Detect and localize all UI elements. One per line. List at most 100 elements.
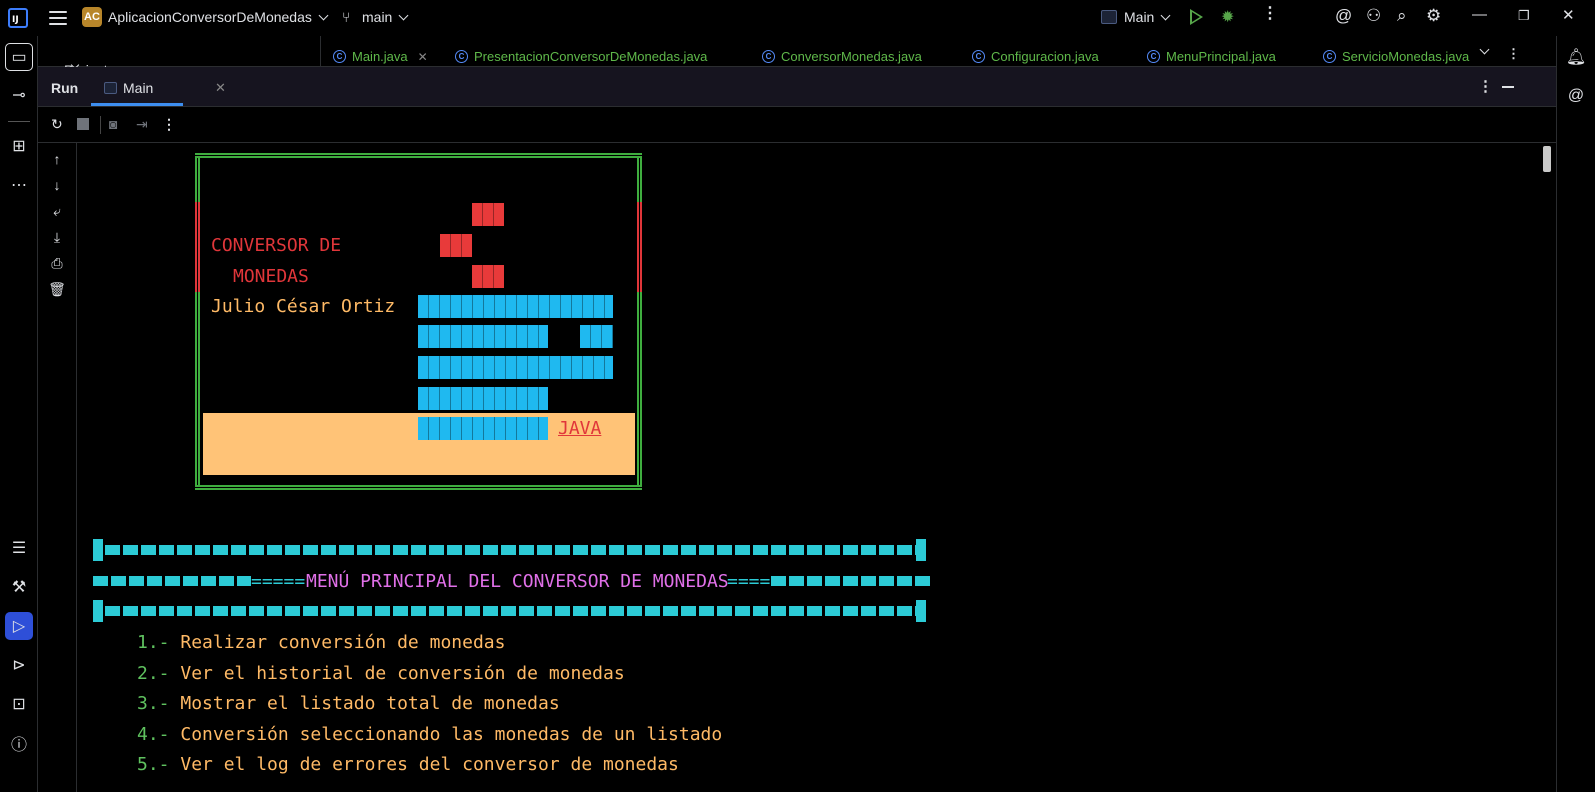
logo-cup-block	[418, 417, 548, 440]
todo-list-icon[interactable]: ☰	[5, 534, 33, 562]
intellij-logo-icon[interactable]: IJ	[8, 8, 28, 28]
soft-wrap-icon[interactable]: ⤶	[48, 203, 66, 220]
logo-frame-right-lower	[637, 292, 642, 486]
logo-steam-block	[472, 203, 504, 226]
search-icon[interactable]: ⌕	[1397, 6, 1407, 26]
project-tool-folder-icon[interactable]: ▭	[5, 43, 33, 71]
chevron-down-icon	[1160, 10, 1171, 21]
run-panel-options-icon[interactable]: ⋮	[1478, 77, 1493, 95]
menu-item-number: 1.-	[137, 632, 170, 653]
tab-main-java[interactable]: C Main.java ✕	[333, 49, 428, 64]
close-window-icon[interactable]: ✕	[1562, 6, 1575, 24]
minimize-window-icon[interactable]: —	[1472, 6, 1487, 23]
screenshot-camera-icon[interactable]: ◙	[109, 116, 117, 132]
structure-icon[interactable]: ⊞	[5, 132, 33, 160]
logo-frame-left-red	[195, 202, 200, 292]
run-config-icon	[104, 82, 117, 94]
project-badge[interactable]: AC	[82, 7, 102, 27]
logo-cup-block	[418, 356, 613, 379]
build-hammer-icon[interactable]: ⚒	[5, 573, 33, 601]
tab-conversor-monedas[interactable]: C ConversorMonedas.java	[762, 49, 922, 64]
tab-label: Main.java	[352, 49, 408, 64]
hide-panel-icon[interactable]	[1502, 86, 1514, 88]
logo-frame-right-red	[637, 202, 642, 292]
scroll-to-end-icon[interactable]: ⤓	[48, 229, 66, 246]
run-tab-main[interactable]: Main ✕	[91, 67, 226, 106]
logo-frame-bottom	[195, 485, 642, 490]
close-run-tab-icon[interactable]: ✕	[215, 80, 226, 96]
menu-item: 1.- Realizar conversión de monedas	[137, 632, 505, 653]
attach-debugger-icon[interactable]: ⇥	[136, 116, 148, 133]
menu-item-text: Ver el log de errores del conversor de m…	[180, 754, 679, 775]
run-panel-header: Run Main ✕ ⋮	[38, 67, 1556, 107]
tabs-overflow-dropdown[interactable]	[1479, 44, 1490, 56]
more-actions-icon[interactable]: ⋮	[1262, 6, 1278, 22]
debug-button[interactable]: ✹	[1221, 7, 1234, 27]
menu-title-bar-left	[93, 576, 251, 586]
scroll-up-arrow-icon[interactable]: ↑	[48, 151, 66, 167]
print-icon[interactable]: ⎙	[48, 255, 66, 272]
menu-item-number: 5.-	[137, 754, 170, 775]
menu-item-text: Realizar conversión de monedas	[180, 632, 506, 653]
logo-frame-right	[637, 157, 642, 202]
commit-icon[interactable]: ⊸	[5, 81, 33, 109]
menu-title: MENÚ PRINCIPAL DEL CONVERSOR DE MONEDAS	[306, 571, 729, 592]
main-menu-icon[interactable]	[48, 8, 68, 28]
ai-assistant-icon[interactable]: @	[1335, 6, 1352, 26]
menu-item: 3.- Mostrar el listado total de monedas	[137, 693, 560, 714]
console-scrollbar[interactable]	[1543, 146, 1551, 172]
restore-window-icon[interactable]: ❐	[1518, 8, 1530, 24]
java-class-icon: C	[1323, 50, 1336, 63]
left-tool-strip: ▭ ⊸ ⊞ ⋯ ☰ ⚒ ▷ ⊳ ⊡ ⓘ	[0, 36, 38, 792]
logo-cup-block	[418, 295, 613, 318]
java-class-icon: C	[455, 50, 468, 63]
tab-presentacion-conversor[interactable]: C PresentacionConversorDeMonedas.java	[455, 49, 707, 64]
chevron-down-icon	[318, 10, 329, 21]
scroll-down-arrow-icon[interactable]: ↓	[48, 177, 66, 193]
tab-label: MenuPrincipal.java	[1166, 49, 1276, 64]
menu-bar-left-cap	[93, 539, 103, 561]
tab-menu-principal[interactable]: C MenuPrincipal.java	[1147, 49, 1276, 64]
title-bar: IJ AC AplicacionConversorDeMonedas ⑂ mai…	[0, 0, 1595, 36]
tab-configuracion[interactable]: C Configuracion.java	[972, 49, 1099, 64]
services-icon[interactable]: ⊳	[5, 651, 33, 679]
tab-label: ServicioMonedas.java	[1342, 49, 1470, 64]
tab-servicio-monedas[interactable]: C ServicioMonedas.java	[1323, 49, 1471, 64]
logo-cup-block	[418, 387, 548, 410]
clear-all-trash-icon[interactable]: 🗑︎	[48, 281, 66, 298]
logo-cup-block	[418, 325, 548, 348]
menu-item: 2.- Ver el historial de conversión de mo…	[137, 663, 625, 684]
settings-gear-icon[interactable]: ⚙	[1426, 6, 1441, 26]
rerun-icon[interactable]: ↻	[51, 116, 63, 133]
project-name: AplicacionConversorDeMonedas	[108, 9, 312, 25]
run-panel-title: Run	[51, 80, 79, 96]
tab-label: PresentacionConversorDeMonedas.java	[474, 49, 708, 64]
project-selector[interactable]: AplicacionConversorDeMonedas	[108, 9, 329, 25]
ai-assistant-icon[interactable]: @	[1562, 82, 1590, 110]
chevron-down-icon	[1479, 44, 1490, 55]
menu-item-number: 2.-	[137, 663, 170, 684]
menu-title-bar-right	[771, 576, 931, 586]
more-tools-icon[interactable]: ⋯	[5, 171, 33, 199]
menu-bar-right-cap	[916, 600, 926, 622]
logo-java-label: JAVA	[558, 418, 602, 439]
terminal-icon[interactable]: ⊡	[5, 690, 33, 718]
menu-bar-left-cap	[93, 600, 103, 622]
toolbar-more-icon[interactable]: ⋮	[162, 116, 176, 133]
close-tab-icon[interactable]: ✕	[418, 50, 428, 64]
logo-title-line1: CONVERSOR DE	[211, 235, 342, 256]
add-user-icon[interactable]: ⚇	[1366, 6, 1381, 26]
run-tool-icon[interactable]: ▷	[5, 612, 33, 640]
run-button[interactable]	[1190, 9, 1203, 25]
stop-icon[interactable]	[77, 118, 89, 130]
branch-selector[interactable]: main	[362, 9, 409, 25]
notifications-bell-icon[interactable]: 🔔︎	[1562, 43, 1590, 71]
console-output[interactable]: CONVERSOR DE MONEDAS Julio César Ortiz J…	[78, 143, 1540, 792]
tabs-more-icon[interactable]: ⋮	[1507, 46, 1520, 62]
run-config-selector[interactable]: Main	[1124, 9, 1171, 25]
problems-icon[interactable]: ⓘ	[5, 729, 33, 757]
project-panel-header[interactable]: Project	[38, 36, 320, 78]
console-gutter: ↑ ↓ ⤶ ⤓ ⎙ 🗑︎	[38, 143, 77, 792]
tab-label: Configuracion.java	[991, 49, 1099, 64]
tab-label: ConversorMonedas.java	[781, 49, 922, 64]
